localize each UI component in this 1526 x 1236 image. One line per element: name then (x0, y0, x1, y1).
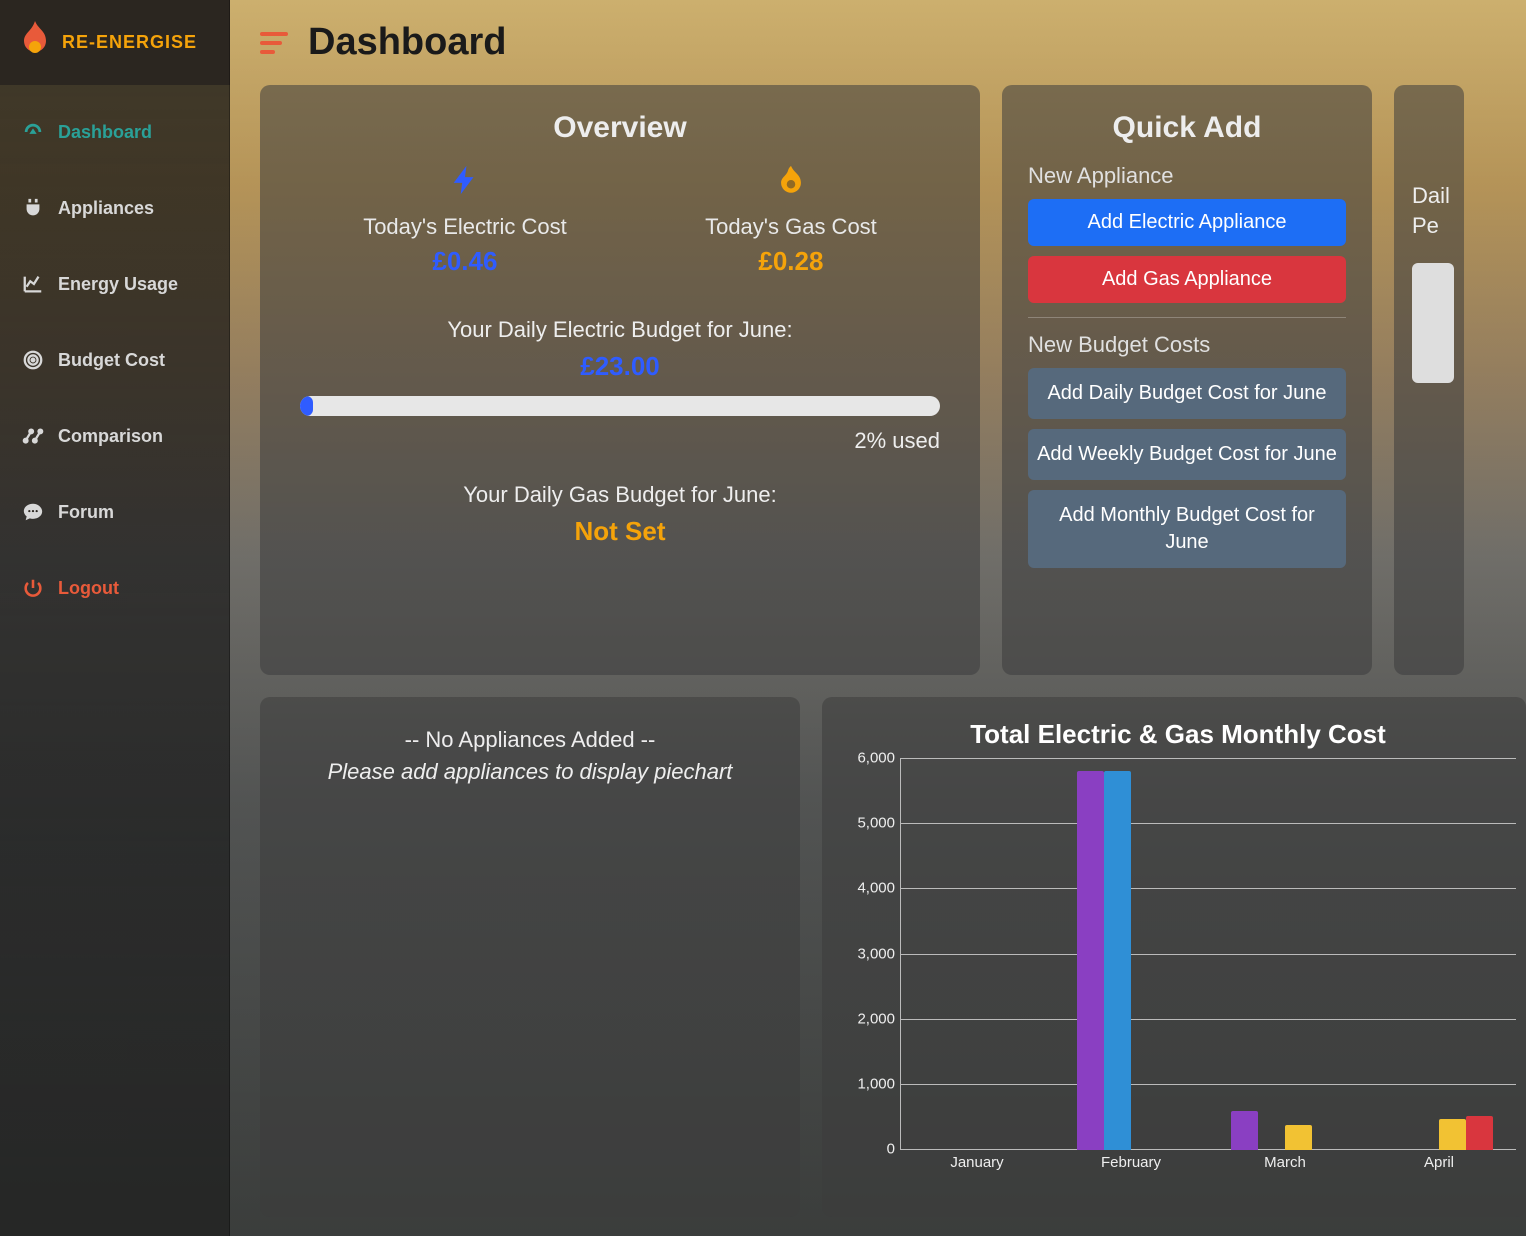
quickadd-budget-header: New Budget Costs (1028, 332, 1346, 358)
quickadd-title: Quick Add (1028, 111, 1346, 145)
y-tick-label: 5,000 (843, 815, 895, 832)
menu-toggle-icon[interactable] (260, 32, 288, 54)
electric-budget-label: Your Daily Electric Budget for June: (294, 317, 946, 343)
stub-line-2: Pe (1412, 213, 1454, 239)
stub-input-box[interactable] (1412, 263, 1454, 383)
electric-budget-value: £23.00 (294, 351, 946, 382)
right-stub-card: Dail Pe (1394, 85, 1464, 675)
sidebar-item-label: Appliances (58, 198, 154, 219)
gas-budget-value: Not Set (294, 516, 946, 547)
sidebar-item-label: Logout (58, 578, 119, 599)
gauge-icon (22, 121, 44, 143)
metric-gas-value: £0.28 (705, 246, 877, 277)
target-icon (22, 349, 44, 371)
piechart-card: -- No Appliances Added -- Please add app… (260, 697, 800, 1217)
y-tick-label: 1,000 (843, 1075, 895, 1092)
add-electric-appliance-button[interactable]: Add Electric Appliance (1028, 199, 1346, 246)
add-daily-budget-button[interactable]: Add Daily Budget Cost for June (1028, 368, 1346, 419)
piechart-hint-text: Please add appliances to display piechar… (294, 759, 766, 785)
x-tick-label: March (1208, 1154, 1362, 1178)
metric-gas: Today's Gas Cost £0.28 (705, 163, 877, 277)
bolt-icon (363, 163, 567, 206)
sidebar-item-label: Dashboard (58, 122, 152, 143)
quickadd-divider (1028, 317, 1346, 318)
add-gas-appliance-button[interactable]: Add Gas Appliance (1028, 256, 1346, 303)
row-bottom: -- No Appliances Added -- Please add app… (260, 697, 1526, 1217)
sidebar-nav: Dashboard Appliances Energy Usage Budget… (0, 85, 229, 635)
gas-budget-label: Your Daily Gas Budget for June: (294, 482, 946, 508)
metric-electric-value: £0.46 (363, 246, 567, 277)
electric-budget-progress-fill (300, 396, 313, 416)
bar (1285, 1125, 1312, 1150)
flame-icon (705, 163, 877, 206)
barchart-card: Total Electric & Gas Monthly Cost 01,000… (822, 697, 1526, 1217)
sidebar-item-label: Energy Usage (58, 274, 178, 295)
overview-title: Overview (294, 111, 946, 145)
barchart-title: Total Electric & Gas Monthly Cost (840, 719, 1516, 750)
bar (1077, 771, 1104, 1150)
sidebar-item-comparison[interactable]: Comparison (0, 409, 229, 463)
quickadd-appliance-header: New Appliance (1028, 163, 1346, 189)
metric-electric-label: Today's Electric Cost (363, 214, 567, 240)
y-tick-label: 6,000 (843, 750, 895, 767)
brand-name: RE-ENERGISE (62, 32, 197, 53)
sidebar-item-label: Forum (58, 502, 114, 523)
barchart: 01,0002,0003,0004,0005,0006,000 JanuaryF… (900, 758, 1516, 1178)
stub-line-1: Dail (1412, 183, 1454, 209)
sidebar-item-budget-cost[interactable]: Budget Cost (0, 333, 229, 387)
y-tick-label: 4,000 (843, 880, 895, 897)
brand-logo-icon (18, 21, 52, 65)
bar (1466, 1116, 1493, 1150)
metric-electric: Today's Electric Cost £0.46 (363, 163, 567, 277)
sidebar-item-label: Comparison (58, 426, 163, 447)
sidebar-item-appliances[interactable]: Appliances (0, 181, 229, 235)
overview-card: Overview Today's Electric Cost £0.46 Tod… (260, 85, 980, 675)
quickadd-card: Quick Add New Appliance Add Electric App… (1002, 85, 1372, 675)
page-title: Dashboard (308, 21, 506, 64)
y-tick-label: 3,000 (843, 945, 895, 962)
sidebar: RE-ENERGISE Dashboard Appliances Energy … (0, 0, 230, 1236)
chat-icon (22, 501, 44, 523)
brand: RE-ENERGISE (0, 0, 229, 85)
bar (1104, 771, 1131, 1150)
sidebar-item-energy-usage[interactable]: Energy Usage (0, 257, 229, 311)
bar (1231, 1111, 1258, 1150)
add-weekly-budget-button[interactable]: Add Weekly Budget Cost for June (1028, 429, 1346, 480)
electric-budget-progress (300, 396, 940, 416)
sidebar-item-logout[interactable]: Logout (0, 561, 229, 615)
power-icon (22, 577, 44, 599)
add-monthly-budget-button[interactable]: Add Monthly Budget Cost for June (1028, 490, 1346, 568)
x-tick-label: February (1054, 1154, 1208, 1178)
x-tick-label: April (1362, 1154, 1516, 1178)
compare-icon (22, 425, 44, 447)
electric-budget-used-text: 2% used (294, 428, 940, 454)
gas-budget-block: Your Daily Gas Budget for June: Not Set (294, 482, 946, 547)
page-header: Dashboard (260, 0, 1526, 85)
x-tick-label: January (900, 1154, 1054, 1178)
sidebar-item-dashboard[interactable]: Dashboard (0, 105, 229, 159)
metric-gas-label: Today's Gas Cost (705, 214, 877, 240)
row-top: Overview Today's Electric Cost £0.46 Tod… (260, 85, 1526, 675)
bar (1439, 1119, 1466, 1150)
sidebar-item-forum[interactable]: Forum (0, 485, 229, 539)
piechart-empty-text: -- No Appliances Added -- (294, 727, 766, 753)
linechart-icon (22, 273, 44, 295)
electric-budget-block: Your Daily Electric Budget for June: £23… (294, 317, 946, 454)
y-tick-label: 0 (843, 1141, 895, 1158)
y-tick-label: 2,000 (843, 1010, 895, 1027)
main: Dashboard Overview Today's Electric Cost… (230, 0, 1526, 1236)
sidebar-item-label: Budget Cost (58, 350, 165, 371)
plug-icon (22, 197, 44, 219)
